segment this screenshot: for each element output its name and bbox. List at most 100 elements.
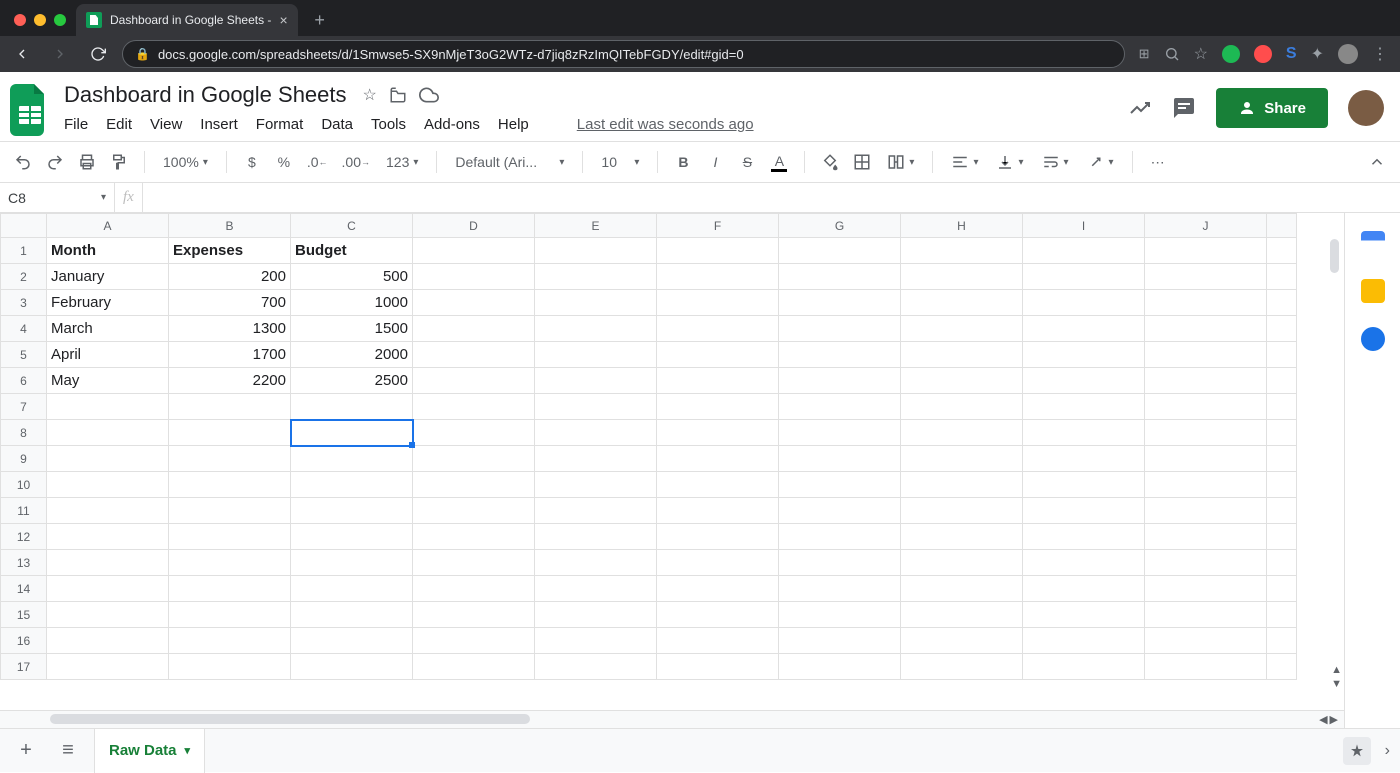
- cell-A9[interactable]: [47, 446, 169, 472]
- cell-D6[interactable]: [413, 368, 535, 394]
- column-header-D[interactable]: D: [413, 214, 535, 238]
- horizontal-scroll-arrows[interactable]: ◀▶: [1319, 711, 1338, 728]
- sheets-logo-icon[interactable]: [10, 84, 50, 136]
- cell-C11[interactable]: [291, 498, 413, 524]
- zoom-dropdown[interactable]: 100%: [157, 154, 214, 170]
- cell-E12[interactable]: [535, 524, 657, 550]
- last-edit-link[interactable]: Last edit was seconds ago: [577, 116, 754, 133]
- cell-I17[interactable]: [1023, 654, 1145, 680]
- cell-C15[interactable]: [291, 602, 413, 628]
- extension-2-icon[interactable]: [1254, 45, 1272, 63]
- cell-G4[interactable]: [779, 316, 901, 342]
- cell-E15[interactable]: [535, 602, 657, 628]
- strikethrough-button[interactable]: S: [734, 149, 760, 175]
- explore-button[interactable]: [1343, 737, 1371, 765]
- cell-E17[interactable]: [535, 654, 657, 680]
- cell-E13[interactable]: [535, 550, 657, 576]
- star-icon[interactable]: ☆: [363, 85, 377, 105]
- cell-J12[interactable]: [1145, 524, 1267, 550]
- cell-C9[interactable]: [291, 446, 413, 472]
- cell-C7[interactable]: [291, 394, 413, 420]
- menu-data[interactable]: Data: [321, 116, 353, 133]
- cell-I2[interactable]: [1023, 264, 1145, 290]
- cell-J1[interactable]: [1145, 238, 1267, 264]
- row-header-13[interactable]: 13: [1, 550, 47, 576]
- select-all-corner[interactable]: [1, 214, 47, 238]
- row-header-17[interactable]: 17: [1, 654, 47, 680]
- cell-H15[interactable]: [901, 602, 1023, 628]
- close-tab-icon[interactable]: ×: [279, 12, 287, 28]
- cell-J14[interactable]: [1145, 576, 1267, 602]
- cell-J17[interactable]: [1145, 654, 1267, 680]
- vertical-scroll-arrows[interactable]: ▲▼: [1331, 664, 1342, 690]
- cell-A3[interactable]: February: [47, 290, 169, 316]
- cell-F15[interactable]: [657, 602, 779, 628]
- row-header-16[interactable]: 16: [1, 628, 47, 654]
- account-avatar-icon[interactable]: [1348, 90, 1384, 126]
- cell-B4[interactable]: 1300: [169, 316, 291, 342]
- cell-E5[interactable]: [535, 342, 657, 368]
- row-header-7[interactable]: 7: [1, 394, 47, 420]
- cell-B16[interactable]: [169, 628, 291, 654]
- cell-B8[interactable]: [169, 420, 291, 446]
- cell-A11[interactable]: [47, 498, 169, 524]
- row-header-2[interactable]: 2: [1, 264, 47, 290]
- cell-I5[interactable]: [1023, 342, 1145, 368]
- vertical-align-dropdown[interactable]: [990, 153, 1029, 171]
- menu-file[interactable]: File: [64, 116, 88, 133]
- sheet-tab-raw-data[interactable]: Raw Data: [94, 729, 205, 773]
- cell-I16[interactable]: [1023, 628, 1145, 654]
- document-title[interactable]: Dashboard in Google Sheets: [60, 80, 351, 110]
- menu-help[interactable]: Help: [498, 116, 529, 133]
- cell-H17[interactable]: [901, 654, 1023, 680]
- column-header-F[interactable]: F: [657, 214, 779, 238]
- cell-A7[interactable]: [47, 394, 169, 420]
- row-header-8[interactable]: 8: [1, 420, 47, 446]
- cell-C2[interactable]: 500: [291, 264, 413, 290]
- cell-I1[interactable]: [1023, 238, 1145, 264]
- cell-A4[interactable]: March: [47, 316, 169, 342]
- cell-E16[interactable]: [535, 628, 657, 654]
- cell-H5[interactable]: [901, 342, 1023, 368]
- cell-B10[interactable]: [169, 472, 291, 498]
- cloud-status-icon[interactable]: [419, 85, 439, 105]
- cell-F16[interactable]: [657, 628, 779, 654]
- tasks-icon[interactable]: [1361, 327, 1385, 351]
- cell-A16[interactable]: [47, 628, 169, 654]
- cell-G12[interactable]: [779, 524, 901, 550]
- cell-C14[interactable]: [291, 576, 413, 602]
- cell-J16[interactable]: [1145, 628, 1267, 654]
- forward-button[interactable]: [46, 40, 74, 68]
- row-header-4[interactable]: 4: [1, 316, 47, 342]
- cell-D2[interactable]: [413, 264, 535, 290]
- horizontal-align-dropdown[interactable]: [945, 153, 984, 171]
- cell-B17[interactable]: [169, 654, 291, 680]
- cell-F3[interactable]: [657, 290, 779, 316]
- cell-H4[interactable]: [901, 316, 1023, 342]
- cell-I4[interactable]: [1023, 316, 1145, 342]
- cell-D4[interactable]: [413, 316, 535, 342]
- menu-insert[interactable]: Insert: [200, 116, 238, 133]
- cell-A12[interactable]: [47, 524, 169, 550]
- cell-H8[interactable]: [901, 420, 1023, 446]
- cell-B9[interactable]: [169, 446, 291, 472]
- cell-D12[interactable]: [413, 524, 535, 550]
- menu-view[interactable]: View: [150, 116, 182, 133]
- cell-I13[interactable]: [1023, 550, 1145, 576]
- cell-G10[interactable]: [779, 472, 901, 498]
- cell-J11[interactable]: [1145, 498, 1267, 524]
- cell-A15[interactable]: [47, 602, 169, 628]
- cell-I8[interactable]: [1023, 420, 1145, 446]
- cell-I6[interactable]: [1023, 368, 1145, 394]
- cell-C13[interactable]: [291, 550, 413, 576]
- cell-C3[interactable]: 1000: [291, 290, 413, 316]
- cell-F10[interactable]: [657, 472, 779, 498]
- cell-H13[interactable]: [901, 550, 1023, 576]
- cell-D17[interactable]: [413, 654, 535, 680]
- cell-E1[interactable]: [535, 238, 657, 264]
- cell-I12[interactable]: [1023, 524, 1145, 550]
- cell-B15[interactable]: [169, 602, 291, 628]
- cell-F14[interactable]: [657, 576, 779, 602]
- move-icon[interactable]: [389, 86, 407, 104]
- cell-E8[interactable]: [535, 420, 657, 446]
